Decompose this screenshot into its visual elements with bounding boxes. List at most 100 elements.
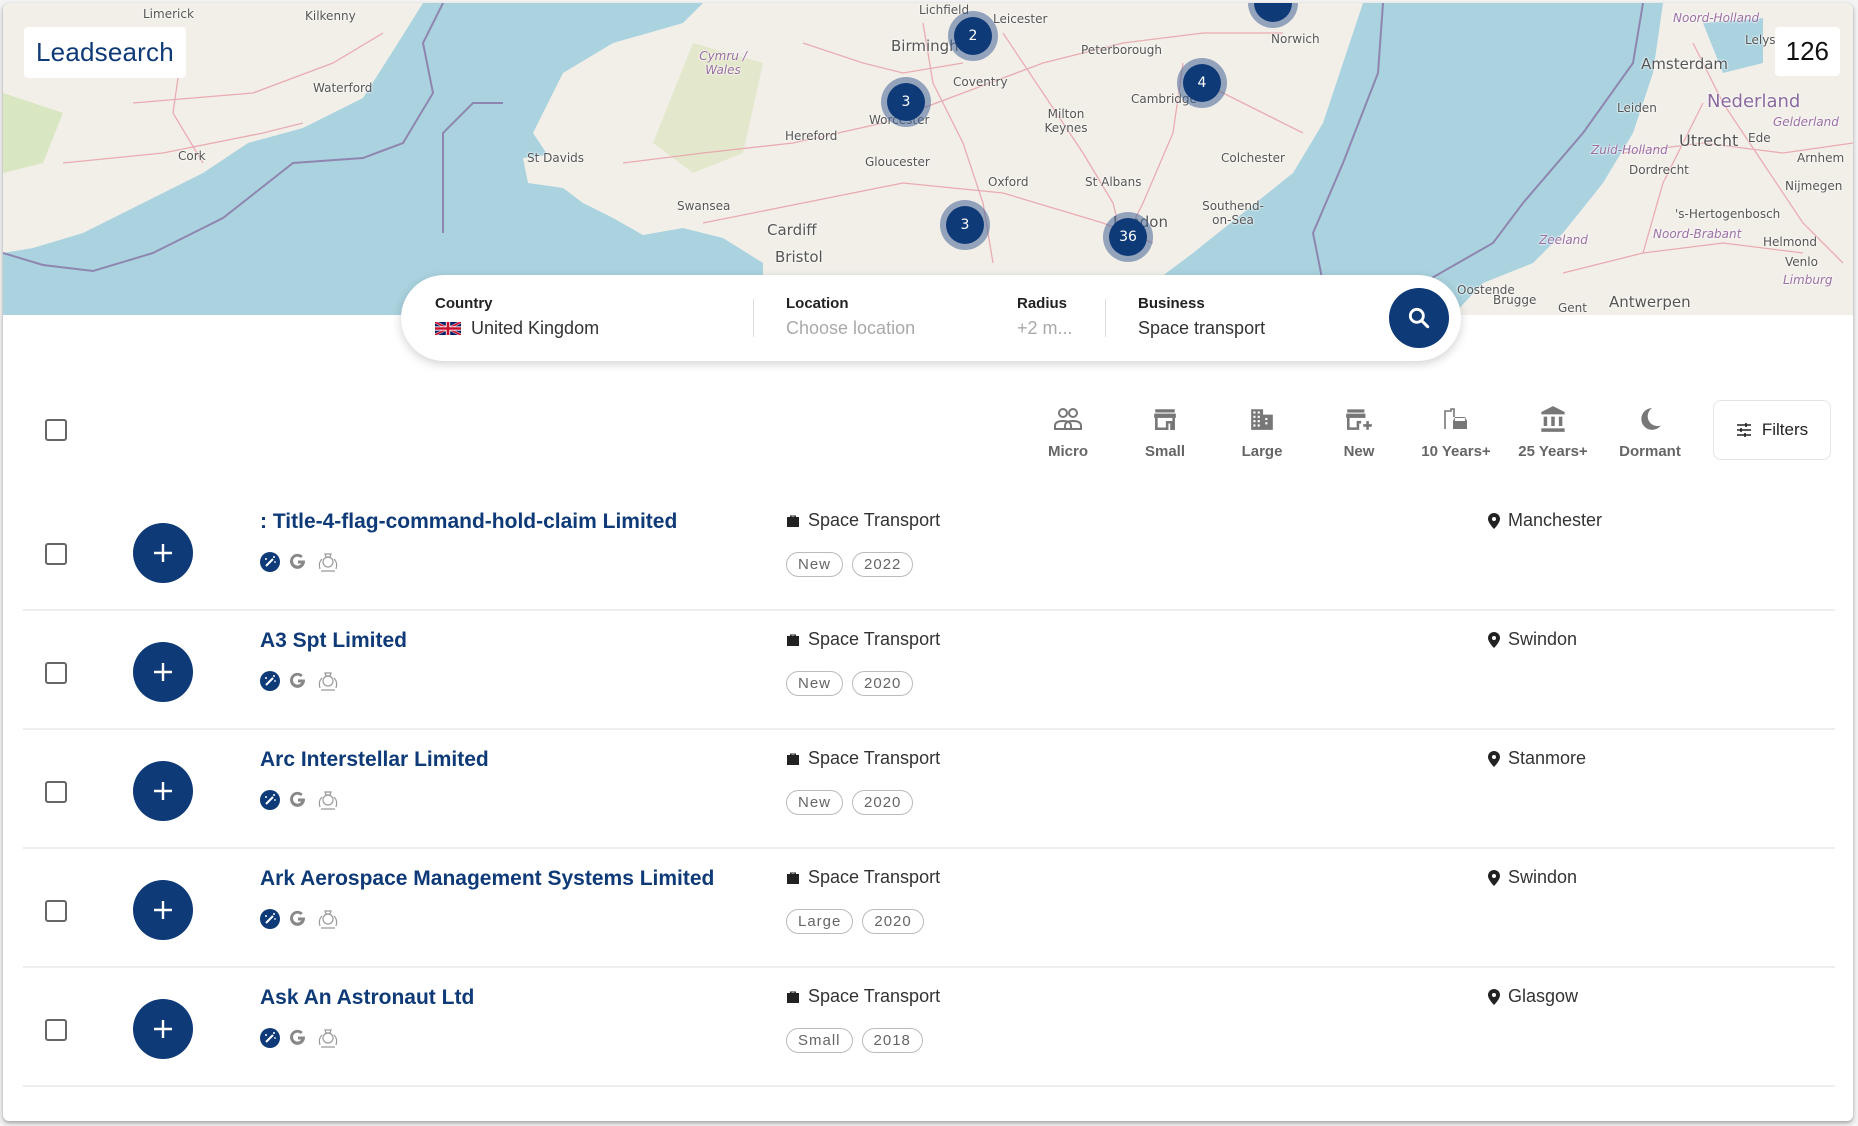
google-icon[interactable]	[288, 790, 308, 810]
filter-10-years[interactable]: 10 Years+	[1410, 403, 1502, 460]
row-checkbox[interactable]	[45, 662, 67, 684]
app-logo: Leadsearch	[24, 27, 186, 78]
map-label-helmond: Helmond	[1763, 235, 1817, 249]
add-lead-button[interactable]	[133, 761, 193, 821]
map-label-ede: Ede	[1748, 131, 1771, 145]
cluster-count: 3	[887, 83, 925, 121]
companies-house-crest-icon[interactable]	[316, 789, 340, 811]
tag-badge: New	[786, 552, 844, 577]
tag-list: New 2020	[786, 790, 914, 815]
office-building-icon	[1251, 409, 1273, 430]
app-window: Limerick Kilkenny Waterford Cork St Davi…	[3, 3, 1853, 1121]
filters-button[interactable]: Filters	[1713, 400, 1831, 460]
map-label-waterford: Waterford	[313, 81, 373, 95]
tag-list: Large 2020	[786, 909, 924, 934]
industry-label: Space Transport	[808, 510, 941, 530]
location-label: Swindon	[1508, 867, 1578, 887]
filter-micro[interactable]: Micro	[1022, 403, 1114, 460]
filter-dormant[interactable]: Dormant	[1604, 403, 1696, 460]
google-icon[interactable]	[288, 671, 308, 691]
map-label-utrecht: Utrecht	[1679, 131, 1739, 150]
map-cluster-marker[interactable]: 3	[881, 77, 931, 127]
map-label-gloucester: Gloucester	[865, 155, 930, 169]
row-checkbox[interactable]	[45, 781, 67, 803]
tag-badge: 2020	[852, 790, 914, 815]
map-cluster-marker[interactable]: 4	[1177, 58, 1227, 108]
filter-large[interactable]: Large	[1216, 403, 1308, 460]
company-name-link[interactable]: A3 Spt Limited	[260, 629, 407, 653]
map-cluster-marker[interactable]: 2	[948, 11, 998, 61]
magic-wand-icon[interactable]	[260, 671, 280, 691]
company-name-link[interactable]: Arc Interstellar Limited	[260, 748, 489, 772]
result-row: : Title-4-flag-command-hold-claim Limite…	[23, 492, 1835, 611]
result-row: A3 Spt Limited Space Transport New 2020	[23, 611, 1835, 730]
industry-label: Space Transport	[808, 629, 941, 649]
map-label-antwerpen: Antwerpen	[1609, 293, 1691, 311]
add-lead-button[interactable]	[133, 642, 193, 702]
country-field[interactable]: Country United Kingdom	[435, 295, 735, 339]
row-checkbox[interactable]	[45, 543, 67, 565]
add-lead-button[interactable]	[133, 523, 193, 583]
company-name-link[interactable]: Ask An Astronaut Ltd	[260, 986, 474, 1010]
company-name-link[interactable]: Ark Aerospace Management Systems Limited	[260, 867, 714, 891]
tag-list: Small 2018	[786, 1028, 923, 1053]
google-icon[interactable]	[288, 909, 308, 929]
select-all-checkbox[interactable]	[45, 419, 67, 441]
location-label: Location	[786, 295, 849, 312]
location-input[interactable]: Location Choose location	[786, 295, 986, 339]
plus-icon	[154, 782, 172, 800]
cluster-count: 2	[954, 17, 992, 55]
filter-new[interactable]: New	[1313, 403, 1405, 460]
filter-small[interactable]: Small	[1119, 403, 1211, 460]
people-icon	[1054, 408, 1082, 430]
add-lead-button[interactable]	[133, 880, 193, 940]
radius-input[interactable]: Radius +2 m...	[1017, 295, 1097, 339]
magic-wand-icon[interactable]	[260, 790, 280, 810]
tag-badge: New	[786, 790, 844, 815]
moon-icon	[1641, 408, 1661, 430]
magic-wand-icon[interactable]	[260, 1028, 280, 1048]
map-label-colchester: Colchester	[1221, 151, 1285, 165]
map-label-dordrecht: Dordrecht	[1629, 163, 1689, 177]
row-checkbox[interactable]	[45, 1019, 67, 1041]
filter-label: 25 Years+	[1518, 443, 1588, 460]
location-pin-icon	[1488, 750, 1500, 767]
country-label: Country	[435, 295, 493, 312]
plus-icon	[154, 663, 172, 681]
business-input[interactable]: Business Space transport	[1138, 295, 1358, 339]
map-label-nederland: Nederland	[1707, 91, 1801, 112]
companies-house-crest-icon[interactable]	[316, 908, 340, 930]
row-checkbox[interactable]	[45, 900, 67, 922]
map[interactable]: Limerick Kilkenny Waterford Cork St Davi…	[3, 3, 1853, 315]
google-icon[interactable]	[288, 552, 308, 572]
result-row: Ark Aerospace Management Systems Limited…	[23, 849, 1835, 968]
business-value: Space transport	[1138, 318, 1266, 338]
companies-house-crest-icon[interactable]	[316, 670, 340, 692]
magic-wand-icon[interactable]	[260, 909, 280, 929]
map-label-zeeland: Zeeland	[1539, 233, 1588, 247]
map-label-swansea: Swansea	[677, 199, 731, 213]
google-icon[interactable]	[288, 1028, 308, 1048]
map-label-milton-keynes: Milton Keynes	[1044, 107, 1088, 135]
checkbox[interactable]	[45, 419, 67, 441]
search-button[interactable]	[1389, 288, 1449, 348]
filter-25-years[interactable]: 25 Years+	[1507, 403, 1599, 460]
divider	[1105, 299, 1106, 337]
filter-label: New	[1343, 443, 1375, 460]
map-label-limerick: Limerick	[143, 7, 194, 21]
add-lead-button[interactable]	[133, 999, 193, 1059]
companies-house-crest-icon[interactable]	[316, 1027, 340, 1049]
uk-flag-icon	[435, 321, 461, 336]
companies-house-crest-icon[interactable]	[316, 551, 340, 573]
location-label: Glasgow	[1508, 986, 1579, 1006]
cluster-count: 3	[946, 206, 984, 244]
map-cluster-marker[interactable]: 36	[1103, 212, 1153, 262]
magic-wand-icon[interactable]	[260, 552, 280, 572]
bank-icon	[1541, 406, 1565, 432]
map-label-st-albans: St Albans	[1085, 175, 1142, 189]
company-name-link[interactable]: : Title-4-flag-command-hold-claim Limite…	[260, 510, 677, 534]
map-label-coventry: Coventry	[953, 75, 1008, 89]
briefcase-icon	[787, 634, 799, 646]
map-label-noord-brabant: Noord-Brabant	[1653, 227, 1742, 241]
map-cluster-marker[interactable]: 3	[940, 200, 990, 250]
